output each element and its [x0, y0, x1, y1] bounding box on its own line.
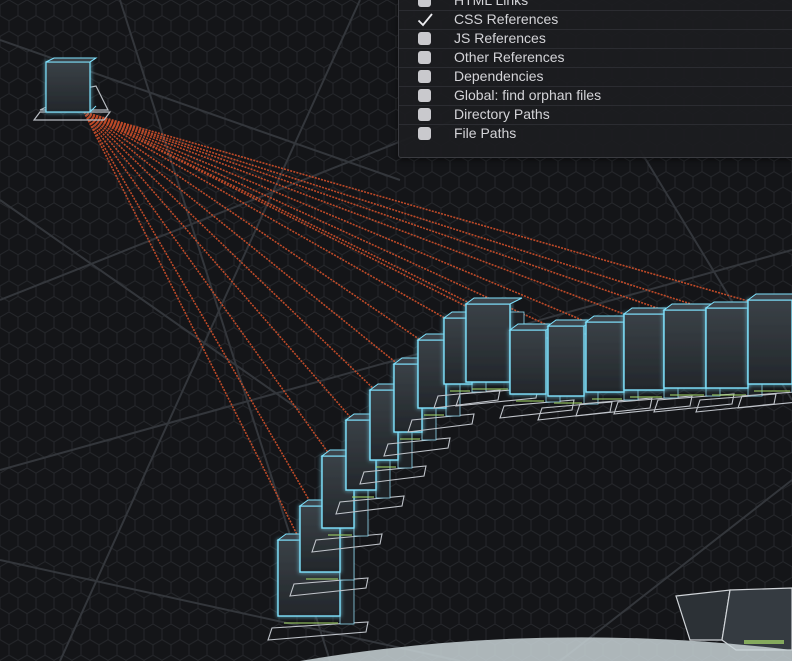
- option-row-js-references[interactable]: JS References: [399, 29, 792, 49]
- checkbox-unchecked[interactable]: [418, 89, 431, 102]
- option-label: Directory Paths: [454, 106, 550, 122]
- checkbox-unchecked[interactable]: [418, 108, 431, 121]
- option-label: Dependencies: [454, 68, 544, 84]
- option-label: File Paths: [454, 125, 517, 141]
- option-row-css-references[interactable]: CSS References: [399, 10, 792, 30]
- checkbox-unchecked[interactable]: [418, 51, 431, 64]
- option-label: JS References: [454, 30, 546, 46]
- option-label: Other References: [454, 49, 565, 65]
- checkbox-unchecked[interactable]: [418, 70, 431, 83]
- option-label: HTML Links: [454, 0, 529, 8]
- checkbox-unchecked[interactable]: [418, 127, 431, 140]
- checkbox-unchecked[interactable]: [418, 0, 431, 7]
- option-label: Global: find orphan files: [454, 87, 602, 103]
- option-row-file-paths[interactable]: File Paths: [399, 124, 792, 143]
- option-row-find-orphan-files[interactable]: Global: find orphan files: [399, 86, 792, 106]
- checkmark-icon[interactable]: [417, 13, 433, 27]
- reference-options-panel: HTML Links CSS References JS References …: [398, 0, 792, 158]
- option-row-directory-paths[interactable]: Directory Paths: [399, 105, 792, 125]
- checkbox-unchecked[interactable]: [418, 32, 431, 45]
- option-row-dependencies[interactable]: Dependencies: [399, 67, 792, 87]
- option-label: CSS References: [454, 11, 559, 27]
- option-row-other-references[interactable]: Other References: [399, 48, 792, 68]
